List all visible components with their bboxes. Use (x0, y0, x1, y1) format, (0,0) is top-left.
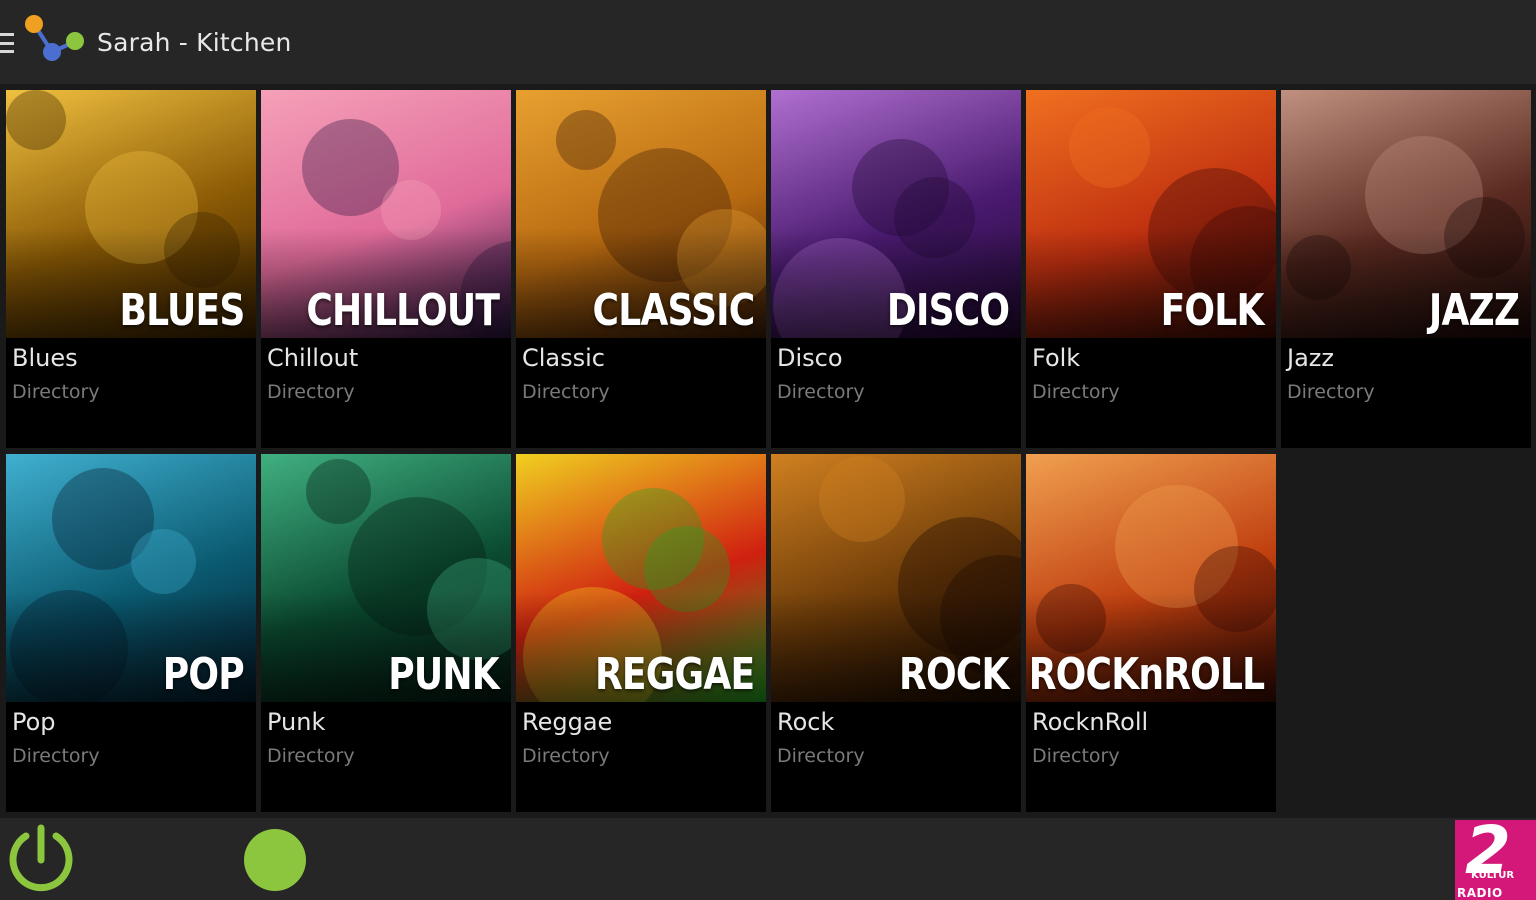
genre-artwork: ROCKnROLL (1026, 454, 1276, 702)
genre-name: Pop (12, 708, 56, 736)
radio-logo-label: RADIO (1457, 886, 1503, 900)
genre-art-label: PUNK (388, 649, 499, 700)
genre-name: RocknRoll (1032, 708, 1149, 736)
bottom-bar (0, 818, 1536, 900)
genre-type: Directory (777, 381, 865, 403)
genre-tile-folk[interactable]: FOLK Folk Directory (1026, 90, 1276, 448)
genre-name: Jazz (1287, 344, 1334, 372)
genre-name: Folk (1032, 344, 1081, 372)
genre-art-label: JAZZ (1428, 285, 1520, 336)
genre-artwork: POP (6, 454, 256, 702)
genre-art-label: DISCO (886, 285, 1010, 336)
genre-name: Blues (12, 344, 78, 372)
status-dot[interactable] (244, 829, 306, 891)
genre-tile-disco[interactable]: DISCO Disco Directory (771, 90, 1021, 448)
genre-name: Rock (777, 708, 835, 736)
genre-type: Directory (267, 745, 355, 767)
artwork-shape (131, 529, 196, 594)
hamburger-menu-icon[interactable] (0, 33, 16, 53)
genre-art-label: CHILLOUT (306, 285, 500, 336)
genre-grid: BLUES Blues Directory CHILLOUT Chillout Direc… (6, 90, 1532, 814)
speaker-network-logo-icon[interactable] (22, 12, 90, 70)
genre-name: Reggae (522, 708, 613, 736)
genre-type: Directory (1287, 381, 1375, 403)
genre-tile-classic[interactable]: CLASSIC Classic Directory (516, 90, 766, 448)
genre-artwork: FOLK (1026, 90, 1276, 338)
genre-name: Disco (777, 344, 843, 372)
artwork-shape (556, 110, 616, 170)
genre-artwork: REGGAE (516, 454, 766, 702)
radio-station-logo[interactable]: 2 KULTUR RADIO (1455, 820, 1536, 900)
genre-art-label: CLASSIC (592, 285, 755, 336)
artwork-shape (306, 459, 371, 524)
genre-artwork: PUNK (261, 454, 511, 702)
genre-art-label: BLUES (118, 285, 245, 336)
genre-artwork: BLUES (6, 90, 256, 338)
genre-tile-jazz[interactable]: JAZZ Jazz Directory (1281, 90, 1531, 448)
genre-type: Directory (12, 745, 100, 767)
genre-art-label: FOLK (1161, 285, 1265, 336)
genre-art-label: POP (162, 649, 245, 700)
artwork-shape (6, 90, 66, 150)
artwork-shape (1069, 107, 1150, 188)
genre-tile-punk[interactable]: PUNK Punk Directory (261, 454, 511, 812)
genre-type: Directory (1032, 745, 1120, 767)
genre-art-label: ROCK (899, 649, 1009, 700)
top-bar: Sarah - Kitchen (0, 0, 1536, 86)
genre-name: Chillout (267, 344, 359, 372)
genre-tile-reggae[interactable]: REGGAE Reggae Directory (516, 454, 766, 812)
genre-name: Classic (522, 344, 606, 372)
artwork-shape (852, 139, 949, 236)
genre-tile-pop[interactable]: POP Pop Directory (6, 454, 256, 812)
app-title: Sarah - Kitchen (97, 28, 292, 57)
genre-tile-chillout[interactable]: CHILLOUT Chillout Directory (261, 90, 511, 448)
genre-type: Directory (1032, 381, 1120, 403)
genre-type: Directory (522, 381, 610, 403)
genre-name: Punk (267, 708, 326, 736)
genre-type: Directory (267, 381, 355, 403)
genre-artwork: JAZZ (1281, 90, 1531, 338)
genre-type: Directory (777, 745, 865, 767)
artwork-shape (602, 488, 704, 590)
genre-type: Directory (522, 745, 610, 767)
genre-art-label: REGGAE (594, 649, 755, 700)
artwork-shape (819, 456, 905, 542)
genre-type: Directory (12, 381, 100, 403)
radio-logo-small-text: KULTUR (1471, 870, 1515, 881)
genre-artwork: CHILLOUT (261, 90, 511, 338)
genre-artwork: DISCO (771, 90, 1021, 338)
genre-tile-blues[interactable]: BLUES Blues Directory (6, 90, 256, 448)
genre-artwork: ROCK (771, 454, 1021, 702)
genre-tile-rock[interactable]: ROCK Rock Directory (771, 454, 1021, 812)
genre-art-label: ROCKnROLL (1028, 649, 1264, 700)
power-icon[interactable] (4, 822, 78, 898)
genre-artwork: CLASSIC (516, 90, 766, 338)
genre-tile-rocknroll[interactable]: ROCKnROLL RocknRoll Directory (1026, 454, 1276, 812)
